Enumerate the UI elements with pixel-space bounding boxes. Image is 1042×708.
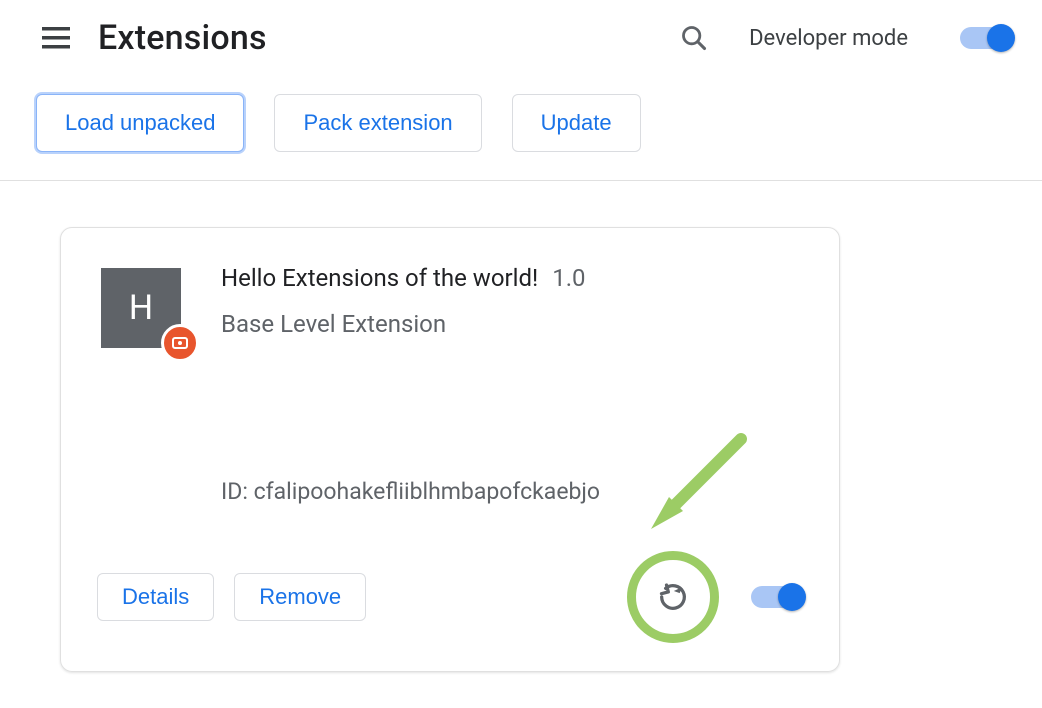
extension-icon: H [101,268,181,348]
extension-id: ID: cfalipoohakefliiblhmbapofckaebjo [221,478,803,505]
extension-version: 1.0 [552,264,585,292]
extension-list: H Hello Extensions of the world! 1.0 Bas… [0,181,1042,708]
toggle-knob [778,583,806,611]
extension-card-top: H Hello Extensions of the world! 1.0 Bas… [97,264,803,505]
update-button[interactable]: Update [512,94,641,152]
page-title: Extensions [98,18,267,58]
extension-card: H Hello Extensions of the world! 1.0 Bas… [60,227,840,672]
extension-card-bottom: Details Remove [97,551,803,643]
toggle-knob [987,24,1015,52]
extension-id-label: ID: [221,478,248,505]
menu-icon[interactable] [42,24,70,52]
extension-description: Base Level Extension [221,310,803,338]
pack-extension-button[interactable]: Pack extension [274,94,481,152]
developer-mode-toggle[interactable] [960,27,1012,49]
reload-annotation-wrap [627,551,719,643]
details-button[interactable]: Details [97,573,214,621]
annotation-circle [627,551,719,643]
search-icon[interactable] [677,21,711,55]
extension-title: Hello Extensions of the world! [221,264,538,292]
extension-enable-toggle[interactable] [751,586,803,608]
unpacked-badge-icon [161,324,199,362]
load-unpacked-button[interactable]: Load unpacked [36,94,244,152]
header: Extensions Developer mode [0,0,1042,76]
remove-button[interactable]: Remove [234,573,366,621]
extension-title-line: Hello Extensions of the world! 1.0 [221,264,803,292]
extension-meta: Hello Extensions of the world! 1.0 Base … [221,264,803,505]
developer-mode-label: Developer mode [749,26,908,51]
action-bar: Load unpacked Pack extension Update [0,76,1042,181]
extension-id-value: cfalipoohakefliiblhmbapofckaebjo [254,478,600,505]
extension-icon-letter: H [129,288,153,328]
